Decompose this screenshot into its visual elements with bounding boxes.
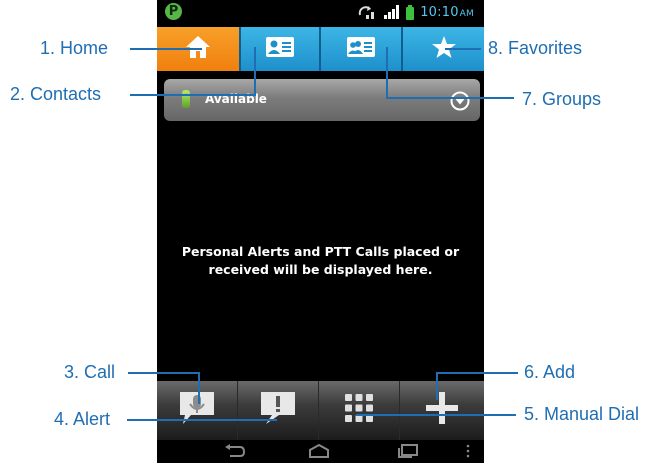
empty-history-message: Personal Alerts and PTT Calls placed or … [157,243,484,279]
callout-manual-dial-line [356,414,516,416]
callout-favorites: 8. Favorites [488,38,583,58]
callout-contacts-line [130,94,255,96]
recents-icon[interactable] [397,444,419,463]
phone-screen: P 10:10AM Available Personal Alerts and … [157,0,484,463]
tab-groups[interactable] [319,27,401,71]
availability-status-led [182,90,190,108]
callout-add-vline [436,372,438,400]
ptt-app-icon: P [165,3,182,20]
availability-bar[interactable]: Available [164,79,480,121]
home-nav-icon[interactable] [308,443,330,463]
clock: 10:10AM [420,5,474,20]
callout-add: 6. Add [524,362,576,382]
action-bar [157,381,484,440]
status-bar: P 10:10AM [157,0,484,24]
callout-alert: 4. Alert [54,409,111,429]
callout-groups-vline [386,47,388,99]
plus-icon [425,391,459,430]
callout-favorites-line [445,48,481,50]
callout-call-line [128,372,200,374]
empty-message-line-2: received will be displayed here. [208,262,433,277]
callout-call: 3. Call [64,362,116,382]
keypad-icon [343,392,375,429]
menu-dots-icon[interactable] [466,444,470,463]
callout-contacts-vline [254,47,256,96]
battery-icon [406,4,415,20]
alert-bubble-icon [258,389,298,432]
manual-dial-button[interactable] [319,381,400,440]
add-button[interactable] [400,381,484,440]
callout-home-line [130,48,202,50]
group-card-icon [346,36,376,63]
clock-ampm: AM [459,8,474,19]
alert-button[interactable] [238,381,319,440]
tab-contacts[interactable] [239,27,319,71]
signal-icon [384,5,400,19]
empty-message-line-1: Personal Alerts and PTT Calls placed or [181,244,460,259]
callout-alert-line [127,419,277,421]
sync-icon [358,5,378,19]
callout-add-line [436,372,518,374]
contact-card-icon [265,36,295,63]
clock-time: 10:10 [420,4,459,20]
status-icons: 10:10AM [358,4,474,20]
callout-groups: 7. Groups [522,89,602,109]
callout-groups-line [386,97,514,99]
callout-manual-dial: 5. Manual Dial [524,404,640,424]
callout-contacts: 2. Contacts [10,84,102,104]
system-nav-bar [157,440,484,463]
callout-call-vline [198,372,200,404]
callout-home: 1. Home [40,38,109,58]
tab-bar [157,27,484,71]
back-icon[interactable] [224,444,246,463]
chevron-down-circle-icon[interactable] [450,91,470,111]
microphone-bubble-icon [177,389,217,432]
